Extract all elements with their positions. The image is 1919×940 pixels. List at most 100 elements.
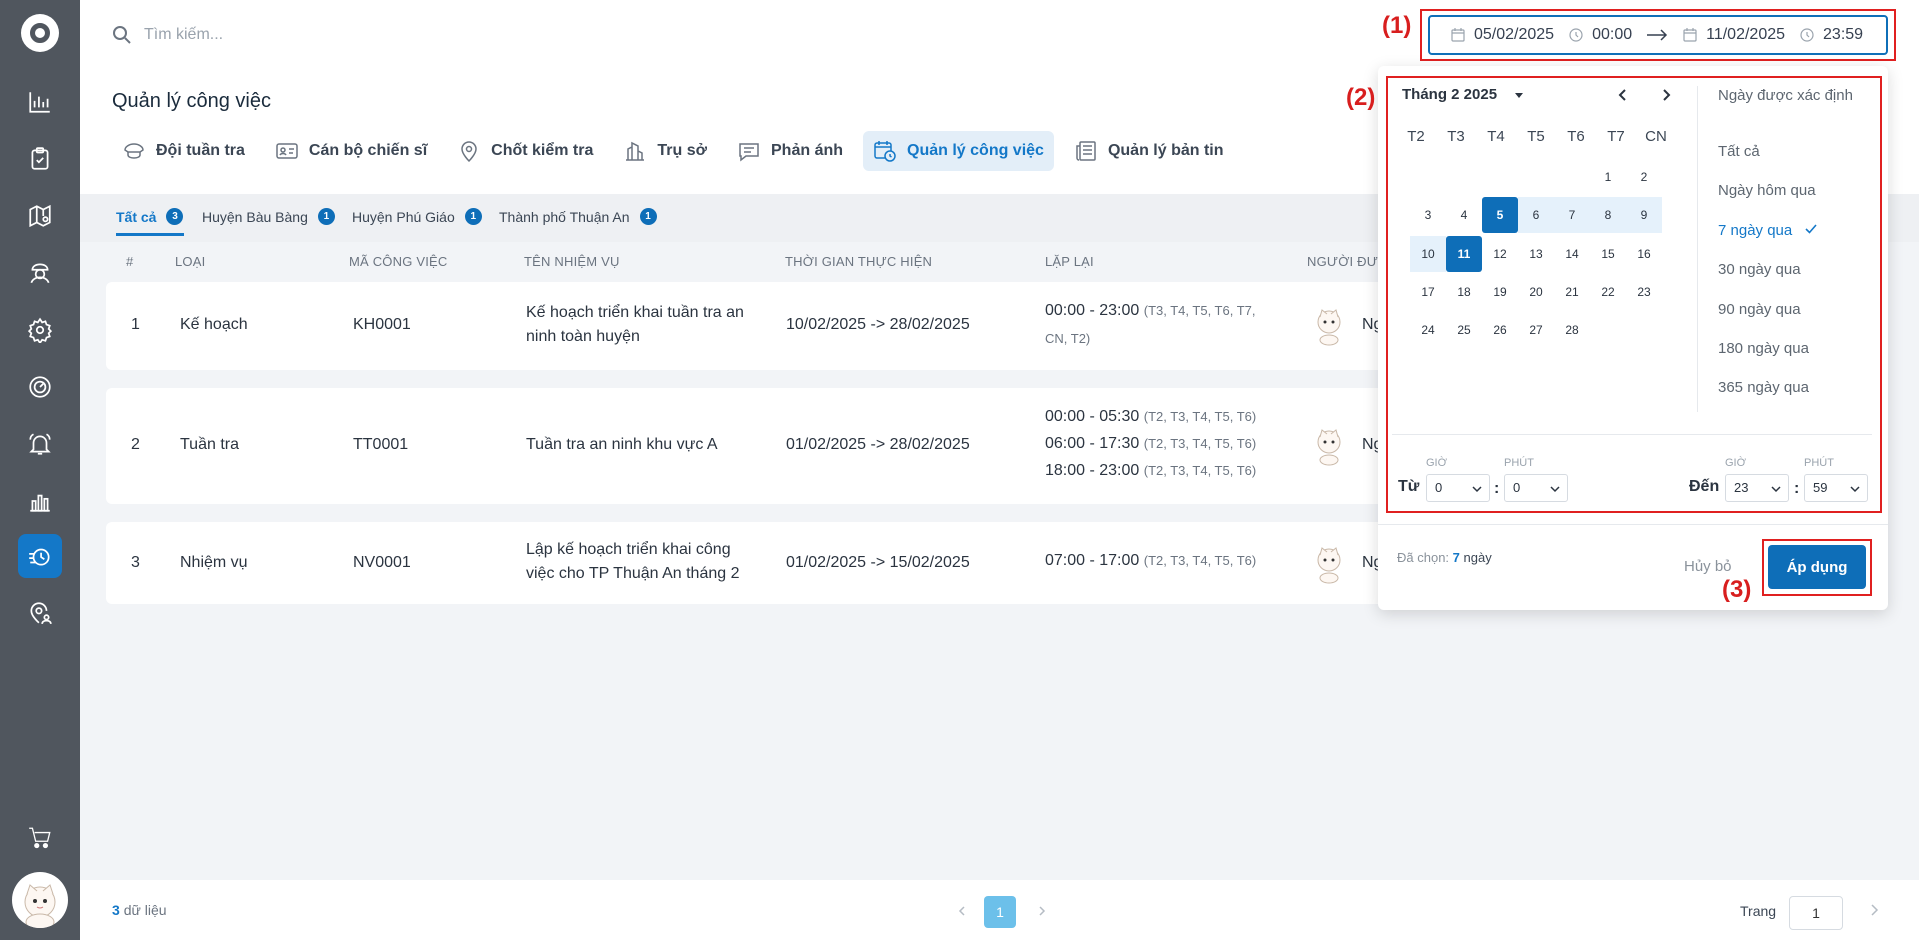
next-month-icon[interactable]	[1657, 86, 1675, 104]
calendar-day[interactable]: 9	[1626, 197, 1662, 233]
calendar-day-range-end[interactable]: 11	[1446, 236, 1482, 272]
selected-days-summary: Đã chọn: 7 ngày	[1397, 550, 1492, 565]
select-value: 59	[1813, 480, 1828, 495]
calendar-day[interactable]: 13	[1518, 236, 1554, 272]
preset-7-days[interactable]: 7 ngày qua	[1718, 222, 1818, 239]
subtab-bau-bang[interactable]: Huyện Bàu Bàng 1	[202, 208, 335, 225]
calendar-day[interactable]: 2	[1626, 159, 1662, 195]
count-badge: 1	[317, 208, 335, 225]
month-selector[interactable]: Tháng 2 2025	[1402, 86, 1525, 103]
officer-icon[interactable]	[18, 251, 62, 295]
page-button-current[interactable]: 1	[984, 896, 1016, 928]
to-hour-select[interactable]: 23	[1725, 474, 1789, 502]
subtab-thuan-an[interactable]: Thành phố Thuận An 1	[499, 208, 657, 225]
preset-30-days[interactable]: 30 ngày qua	[1718, 261, 1801, 278]
prev-page-icon[interactable]	[956, 905, 968, 917]
weekday-label: CN	[1645, 128, 1667, 145]
from-minute-select[interactable]: 0	[1504, 474, 1568, 502]
settings-icon[interactable]	[18, 308, 62, 352]
date-range-picker[interactable]: 05/02/2025 00:00 11/02/2025 23:59	[1428, 15, 1888, 55]
cart-icon[interactable]	[18, 816, 62, 860]
tab-label: Phản ánh	[771, 142, 844, 159]
calendar-day-range-start[interactable]: 5	[1482, 197, 1518, 233]
next-page-arrow-icon[interactable]	[1864, 900, 1884, 920]
calendar-day[interactable]: 17	[1410, 274, 1446, 310]
next-page-icon[interactable]	[1036, 905, 1048, 917]
tab-news-management[interactable]: Quản lý bản tin	[1064, 131, 1234, 171]
target-icon[interactable]	[18, 365, 62, 409]
bar-chart-icon[interactable]	[18, 479, 62, 523]
calendar-day[interactable]: 6	[1518, 197, 1554, 233]
calendar-day[interactable]: 10	[1410, 236, 1446, 272]
tab-headquarters[interactable]: Trụ sở	[613, 131, 717, 171]
row-task-name: Kế hoạch triển khai tuần tra an	[526, 304, 744, 321]
task-management-icon[interactable]	[18, 534, 62, 578]
chart-icon[interactable]	[18, 80, 62, 124]
tab-task-management[interactable]: Quản lý công việc	[863, 131, 1054, 171]
user-avatar[interactable]	[12, 872, 68, 928]
app-logo[interactable]	[21, 14, 59, 52]
calendar-day[interactable]: 15	[1590, 236, 1626, 272]
row-period: 10/02/2025 -> 28/02/2025	[786, 316, 970, 333]
calendar-day[interactable]: 19	[1482, 274, 1518, 310]
prev-month-icon[interactable]	[1614, 86, 1632, 104]
preset-divider	[1697, 86, 1698, 412]
tab-feedback[interactable]: Phản ánh	[727, 131, 853, 171]
repeat-time: 06:00 - 17:30	[1045, 435, 1140, 452]
chosen-prefix: Đã chọn:	[1397, 550, 1450, 565]
calendar-day[interactable]: 4	[1446, 197, 1482, 233]
to-minute-select[interactable]: 59	[1804, 474, 1868, 502]
from-hour-select[interactable]: 0	[1426, 474, 1490, 502]
preset-365-days[interactable]: 365 ngày qua	[1718, 379, 1809, 396]
assignee-avatar	[1317, 429, 1341, 466]
row-task-name: Lập kế hoạch triển khai công	[526, 541, 731, 558]
repeat-time: 07:00 - 17:00	[1045, 552, 1140, 569]
preset-180-days[interactable]: 180 ngày qua	[1718, 340, 1809, 357]
table-row[interactable]: 3 Nhiệm vụ NV0001 Lập kế hoạch triển kha…	[106, 522, 1446, 604]
tab-checkpoints[interactable]: Chốt kiểm tra	[447, 131, 603, 171]
calendar-day[interactable]: 23	[1626, 274, 1662, 310]
row-task-name: Tuần tra an ninh khu vực A	[526, 436, 718, 453]
calendar-day[interactable]: 22	[1590, 274, 1626, 310]
calendar-day[interactable]: 27	[1518, 312, 1554, 348]
preset-custom[interactable]: Ngày được xác định	[1718, 87, 1853, 104]
calendar-day[interactable]: 3	[1410, 197, 1446, 233]
bell-icon[interactable]	[18, 422, 62, 466]
calendar-day[interactable]: 8	[1590, 197, 1626, 233]
cancel-button[interactable]: Hủy bỏ	[1684, 558, 1732, 575]
table-row[interactable]: 2 Tuần tra TT0001 Tuần tra an ninh khu v…	[106, 388, 1446, 504]
module-tabs: Đội tuần tra Cán bộ chiến sĩ Chốt kiểm t…	[112, 131, 1244, 171]
calendar-day[interactable]: 12	[1482, 236, 1518, 272]
to-minute-label: PHÚT	[1804, 457, 1834, 469]
calendar-day[interactable]: 28	[1554, 312, 1590, 348]
tab-patrol-team[interactable]: Đội tuần tra	[112, 131, 255, 171]
subtab-phu-giao[interactable]: Huyện Phú Giáo 1	[352, 208, 482, 225]
tab-officers[interactable]: Cán bộ chiến sĩ	[265, 131, 437, 171]
calendar-day[interactable]: 21	[1554, 274, 1590, 310]
apply-button[interactable]: Áp dụng	[1768, 545, 1866, 589]
table-row[interactable]: 1 Kế hoạch KH0001 Kế hoạch triển khai tu…	[106, 282, 1446, 370]
col-header-index: #	[126, 254, 134, 269]
search-input[interactable]	[144, 20, 644, 50]
preset-90-days[interactable]: 90 ngày qua	[1718, 301, 1801, 318]
calendar-day[interactable]: 16	[1626, 236, 1662, 272]
calendar-day[interactable]: 26	[1482, 312, 1518, 348]
subtab-all[interactable]: Tất cả 3	[116, 208, 184, 225]
calendar-day[interactable]: 18	[1446, 274, 1482, 310]
clipboard-check-icon[interactable]	[18, 137, 62, 181]
location-user-icon[interactable]	[18, 591, 62, 635]
calendar-day[interactable]: 1	[1590, 159, 1626, 195]
calendar-day[interactable]: 20	[1518, 274, 1554, 310]
preset-yesterday[interactable]: Ngày hôm qua	[1718, 182, 1816, 199]
map-pin-icon[interactable]	[18, 194, 62, 238]
preset-all[interactable]: Tất cả	[1718, 143, 1760, 160]
police-hat-icon	[124, 143, 144, 159]
col-header-period: Thời gian thực hiện	[785, 254, 933, 269]
calendar-day[interactable]: 14	[1554, 236, 1590, 272]
calendar-day[interactable]: 25	[1446, 312, 1482, 348]
calendar-day[interactable]: 24	[1410, 312, 1446, 348]
tab-label: Đội tuần tra	[156, 142, 245, 159]
calendar-day[interactable]: 7	[1554, 197, 1590, 233]
row-task-name-line2: việc cho TP Thuận An tháng 2	[526, 565, 740, 582]
page-number-input[interactable]	[1789, 896, 1843, 930]
